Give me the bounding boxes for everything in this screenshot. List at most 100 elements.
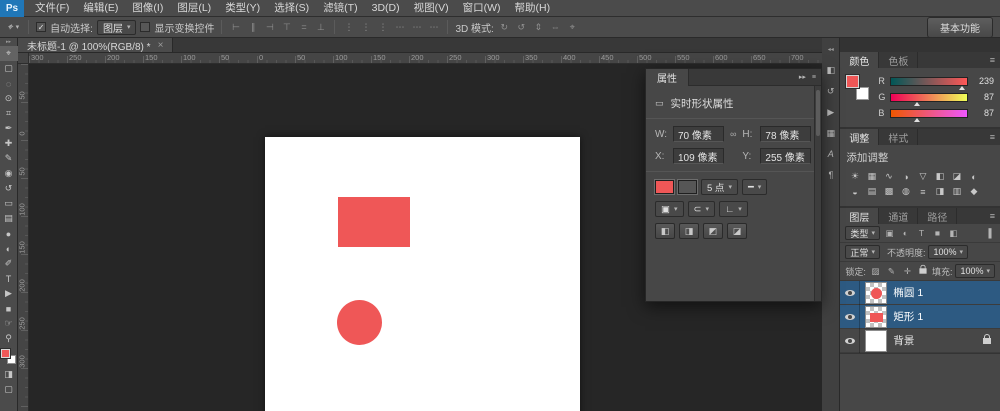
adjustment-filter-icon[interactable]: ◐ [899, 228, 912, 238]
path-selection-tool[interactable]: ▶ [0, 286, 18, 301]
eyedropper-tool[interactable]: ✒ [0, 121, 18, 136]
color-lookup-adjustment-icon[interactable]: ▩ [880, 184, 897, 199]
subtract-shape-button[interactable]: ◨ [679, 223, 699, 239]
actions-panel-icon[interactable]: ▶ [822, 105, 839, 119]
auto-select-checkbox[interactable]: ✓ [36, 22, 46, 32]
intersect-shapes-button[interactable]: ◩ [703, 223, 723, 239]
layer-row-background[interactable]: 背景 [840, 329, 1000, 353]
tab-layers[interactable]: 图层 [840, 208, 879, 224]
combine-shapes-button[interactable]: ◧ [655, 223, 675, 239]
3d-slide-icon[interactable]: ⇔ [549, 22, 562, 32]
curves-adjustment-icon[interactable]: ∿ [880, 169, 897, 184]
y-field[interactable]: 255 像素 [760, 148, 811, 164]
align-top-edges-icon[interactable]: ⊤ [280, 22, 293, 33]
type-filter-icon[interactable]: T [915, 228, 928, 238]
menu-image[interactable]: 图像(I) [125, 0, 170, 17]
layer-name[interactable]: 背景 [893, 333, 914, 348]
layer-row-rectangle-1[interactable]: 矩形 1 [840, 305, 1000, 329]
menu-window[interactable]: 窗口(W) [456, 0, 508, 17]
styles-panel-icon[interactable]: ▦ [822, 126, 839, 140]
workspace-button[interactable]: 基本功能 [927, 17, 993, 38]
tab-adjustments[interactable]: 调整 [840, 129, 879, 145]
tools-collapse-icon[interactable]: ▸▸ [6, 38, 11, 46]
blue-channel-slider[interactable] [890, 109, 968, 118]
green-channel-slider[interactable] [890, 93, 968, 102]
eraser-tool[interactable]: ▭ [0, 196, 18, 211]
stroke-corners-select[interactable]: ∟ ▾ [719, 201, 748, 217]
quick-mask-icon[interactable]: ◨ [0, 367, 18, 382]
filter-type-select[interactable]: 类型 ▾ [845, 226, 880, 240]
dodge-tool[interactable]: ◐ [0, 241, 18, 256]
smart-object-filter-icon[interactable]: ◧ [947, 228, 960, 239]
layer-visibility-toggle[interactable] [840, 329, 860, 353]
distribute-vertical-centers-icon[interactable]: ⋮ [359, 22, 372, 33]
align-bottom-edges-icon[interactable]: ⊥ [314, 22, 327, 33]
gradient-tool[interactable]: ▤ [0, 211, 18, 226]
history-brush-tool[interactable]: ↺ [0, 181, 18, 196]
lock-all-icon[interactable] [919, 268, 926, 273]
document-canvas[interactable] [265, 137, 580, 411]
opacity-select[interactable]: 100% ▾ [928, 245, 968, 259]
type-tool[interactable]: T [0, 271, 18, 286]
menu-filter[interactable]: 滤镜(T) [316, 0, 364, 17]
vertical-ruler[interactable]: 50050100150200250300 [18, 64, 29, 411]
auto-select-target-select[interactable]: 图层 ▾ [97, 20, 137, 35]
collapse-dock-icon[interactable]: ◂◂ [822, 42, 839, 56]
align-horizontal-centers-icon[interactable]: ∥ [246, 22, 259, 33]
tab-channels[interactable]: 通道 [879, 208, 918, 224]
character-panel-icon[interactable]: A [822, 147, 839, 161]
exposure-adjustment-icon[interactable]: ◑ [897, 169, 914, 184]
blue-channel-value[interactable]: 87 [972, 108, 994, 118]
background-color-swatch[interactable] [856, 87, 869, 100]
paragraph-panel-icon[interactable]: ¶ [822, 168, 839, 182]
ellipse-shape[interactable] [337, 300, 382, 345]
lock-image-pixels-icon[interactable]: ✎ [885, 266, 898, 277]
tab-paths[interactable]: 路径 [918, 208, 957, 224]
3d-scale-icon[interactable]: ⌖ [566, 22, 579, 33]
height-field[interactable]: 78 像素 [760, 126, 811, 142]
green-channel-value[interactable]: 87 [972, 92, 994, 102]
panel-scrollbar[interactable] [814, 86, 821, 301]
panel-menu-icon[interactable]: ≡ [990, 211, 1000, 221]
menu-select[interactable]: 选择(S) [267, 0, 316, 17]
panel-menu-icon[interactable]: ≡ [990, 55, 1000, 65]
distribute-horizontal-centers-icon[interactable]: ⋯ [410, 22, 423, 33]
scrollbar-thumb[interactable] [816, 90, 820, 136]
distribute-top-edges-icon[interactable]: ⋮ [342, 22, 355, 33]
crop-tool[interactable]: ⌗ [0, 106, 18, 121]
menu-file[interactable]: 文件(F) [28, 0, 76, 17]
stroke-type-select[interactable]: ━ ▾ [742, 179, 767, 195]
vibrance-adjustment-icon[interactable]: ▽ [914, 169, 931, 184]
hue-saturation-adjustment-icon[interactable]: ◧ [931, 169, 948, 184]
width-field[interactable]: 70 像素 [673, 126, 724, 142]
clone-stamp-tool[interactable]: ◉ [0, 166, 18, 181]
foreground-color-swatch[interactable] [846, 75, 859, 88]
layer-visibility-toggle[interactable] [840, 305, 860, 329]
stroke-width-select[interactable]: 5 点 ▾ [701, 179, 738, 195]
lock-position-icon[interactable]: ✛ [901, 266, 914, 277]
pixel-filter-icon[interactable]: ▣ [883, 228, 896, 239]
red-channel-value[interactable]: 239 [972, 76, 994, 86]
red-channel-slider[interactable] [890, 77, 968, 86]
brush-tool[interactable]: ✎ [0, 151, 18, 166]
screen-mode-icon[interactable]: ▢ [0, 382, 18, 397]
x-field[interactable]: 109 像素 [673, 148, 724, 164]
slider-handle-icon[interactable] [914, 118, 920, 122]
align-left-edges-icon[interactable]: ⊢ [229, 22, 242, 33]
fill-color-swatch[interactable] [655, 180, 674, 194]
lock-transparent-pixels-icon[interactable]: ▨ [869, 266, 882, 277]
shape-filter-icon[interactable]: ■ [931, 228, 944, 238]
menu-edit[interactable]: 编辑(E) [76, 0, 125, 17]
collapse-panel-icon[interactable]: ▸▸ [799, 73, 806, 81]
rectangle-shape[interactable] [338, 197, 410, 247]
pen-tool[interactable]: ✐ [0, 256, 18, 271]
panel-menu-icon[interactable]: ≡ [990, 132, 1000, 142]
quick-selection-tool[interactable]: ⊙ [0, 91, 18, 106]
history-panel-icon[interactable]: ↺ [822, 84, 839, 98]
distribute-right-edges-icon[interactable]: ⋯ [427, 22, 440, 33]
layer-thumbnail[interactable] [865, 330, 887, 352]
link-dimensions-icon[interactable]: ∞ [730, 129, 736, 139]
gradient-map-adjustment-icon[interactable]: ▥ [948, 184, 965, 199]
menu-type[interactable]: 类型(Y) [218, 0, 267, 17]
fill-opacity-select[interactable]: 100% ▾ [955, 264, 995, 278]
